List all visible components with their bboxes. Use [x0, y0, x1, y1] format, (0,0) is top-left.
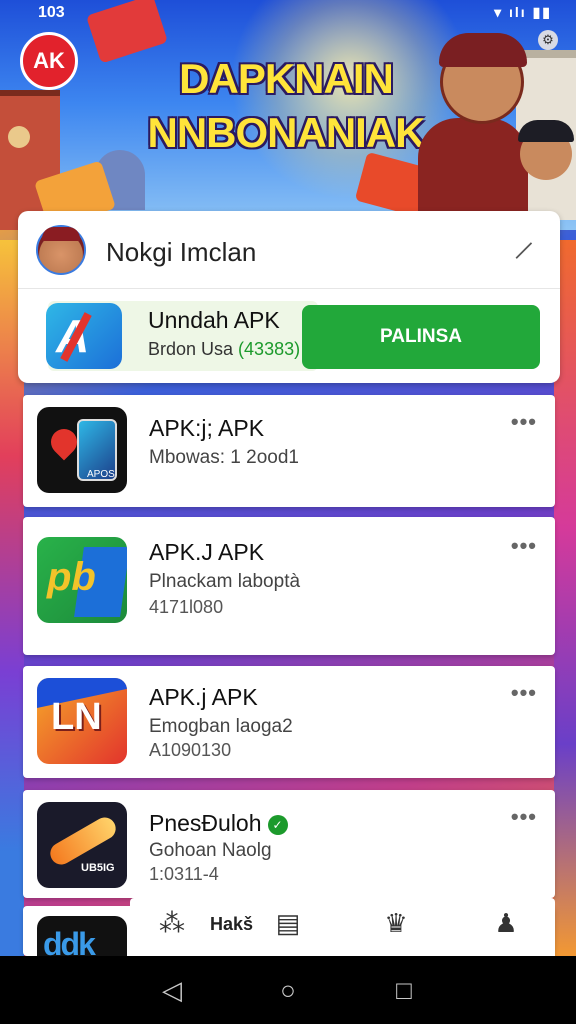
list-item[interactable]: UB5IG PnesĐuloh ✓ Gohoan Naolg 1:0311-4 •… [23, 790, 555, 898]
avatar[interactable] [36, 225, 86, 275]
featured-app-name: Unndah APK [148, 307, 280, 333]
bottom-tab-bar: ⁂ Hakš ▤ ♛ ♟ [130, 898, 555, 956]
ln-sign-icon: LN [37, 678, 127, 764]
list-item-detail: A1090130 [149, 740, 232, 760]
list-item-subtitle: Mbowas: 1 2ood1 [149, 447, 299, 468]
back-icon[interactable]: ◁ [154, 972, 190, 1008]
mascot-child-icon [518, 120, 574, 180]
nodes-icon: ⁂ [159, 908, 185, 938]
document-icon: ▤ [275, 908, 301, 938]
mascot-jacket [418, 118, 528, 218]
list-item-detail: 1:0311-4 [149, 864, 219, 884]
banner-title: DAPKNAIN NNBONANIAK [146, 52, 426, 160]
list-item-detail: 4171l080 [149, 597, 224, 617]
more-options-icon[interactable]: ••• [511, 409, 537, 435]
home-icon[interactable]: ○ [270, 972, 306, 1008]
badge-icon: ♛ [384, 908, 408, 938]
more-options-icon[interactable]: ••• [511, 804, 537, 830]
verified-icon: ✓ [267, 814, 288, 835]
partial-app-icon: ddk [37, 916, 127, 956]
map-pin-phone-icon: APOS [37, 407, 127, 493]
settings-icon[interactable]: ⚙ [538, 30, 558, 50]
list-item[interactable]: pb APK.J APK Plnackam laboptà 4171l080 •… [23, 517, 555, 655]
list-item-name: APK.J APK [149, 539, 265, 565]
banner-title-line1: DAPKNAIN [179, 55, 394, 102]
system-nav-bar: ◁ ○ □ [0, 956, 576, 1024]
list-item-subtitle: Emogban laoga2 [149, 716, 293, 737]
banner-title-line2: NNBONANIAK [147, 109, 426, 156]
pencil-icon[interactable]: ∣ [511, 237, 537, 263]
mascot-boy-icon [439, 33, 527, 124]
profile-name: Nokgi Imclan [106, 237, 257, 267]
list-item[interactable]: LN APK.j APK Emogban laoga2 A1090130 ••• [23, 666, 555, 778]
more-options-icon[interactable]: ••• [511, 533, 537, 559]
list-item-name: PnesĐuloh ✓ [149, 810, 288, 837]
more-options-icon[interactable]: ••• [511, 680, 537, 706]
tab-profile[interactable]: ♟ [486, 908, 526, 948]
list-item-subtitle: Plnackam laboptà [149, 571, 301, 592]
apk-a-icon[interactable]: A [46, 303, 122, 369]
tab-list[interactable]: ▤ [268, 908, 308, 948]
pb-letters-icon: pb [37, 537, 127, 623]
install-button[interactable]: PALINSA [302, 305, 540, 369]
status-bar: 103 ▾ ılı ▮▮ [0, 0, 576, 28]
recents-icon[interactable]: □ [386, 972, 422, 1008]
tab-home-label: Hakš [210, 914, 254, 934]
featured-card: Nokgi Imclan ∣ A Unndah APK Brdon Usa (4… [18, 211, 560, 383]
featured-app-subtitle: Brdon Usa (43383) [148, 339, 301, 359]
featured-download-row: A Unndah APK Brdon Usa (43383) PALINSA [18, 289, 560, 383]
app-logo[interactable]: AK [20, 32, 78, 90]
status-time: 103 [38, 4, 65, 21]
tab-home[interactable]: ⁂ Hakš [152, 908, 253, 948]
list-item-name: APK.j APK [149, 684, 258, 710]
list-item[interactable]: APOS APK:j; APK Mbowas: 1 2ood1 ••• [23, 395, 555, 507]
list-item-name: APK:j; APK [149, 415, 265, 441]
list-item-subtitle: Gohoan Naolg [149, 840, 272, 861]
status-icons: ▾ ılı ▮▮ [494, 4, 552, 20]
brush-stroke-icon: UB5IG [37, 802, 127, 888]
profile-header: Nokgi Imclan ∣ [18, 211, 560, 289]
tab-rewards[interactable]: ♛ [376, 908, 416, 948]
person-icon: ♟ [494, 908, 518, 938]
